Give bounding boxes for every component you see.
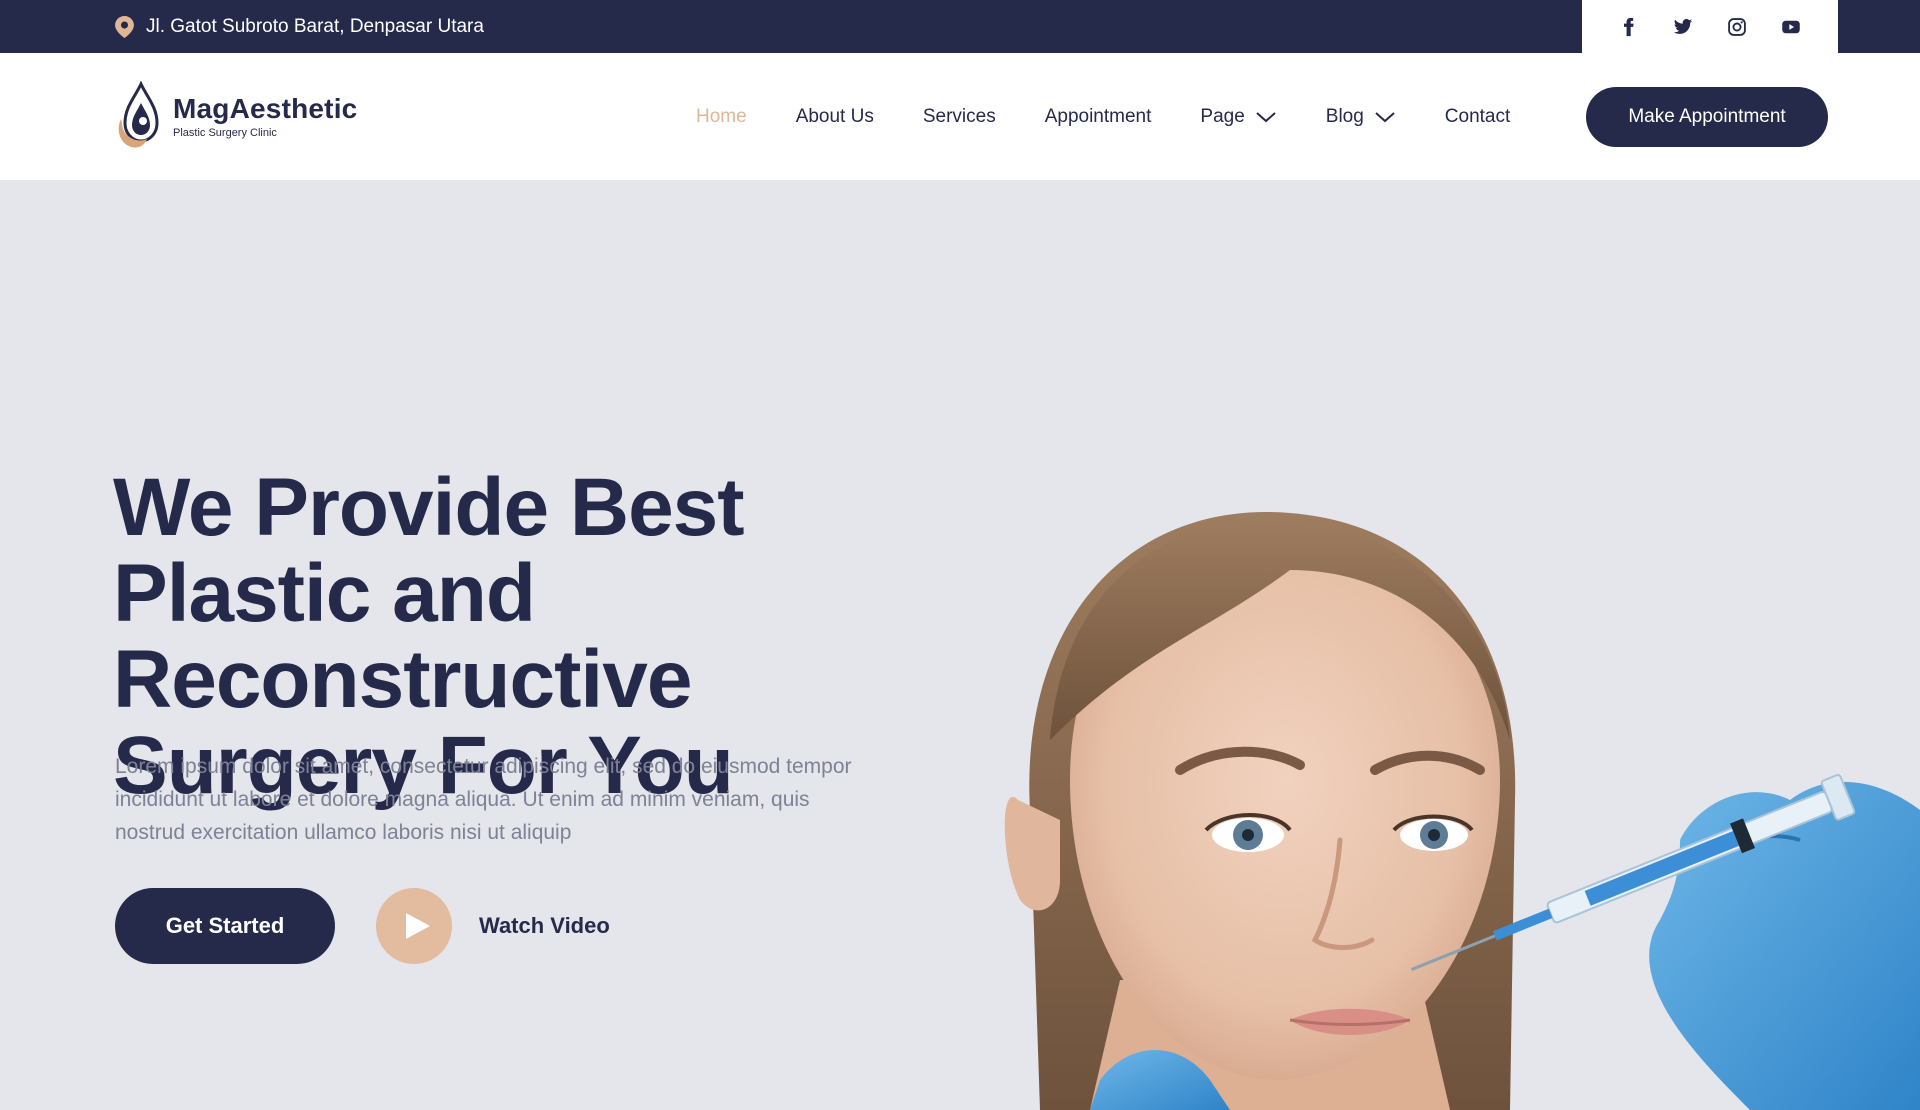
youtube-icon[interactable]: [1776, 12, 1806, 42]
nav-item-blog[interactable]: Blog: [1326, 106, 1396, 128]
hero-image: [1004, 511, 1920, 1110]
brand-tagline: Plastic Surgery Clinic: [173, 127, 277, 139]
get-started-button[interactable]: Get Started: [115, 888, 335, 964]
make-appointment-button[interactable]: Make Appointment: [1586, 87, 1828, 147]
nav-services-label: Services: [922, 105, 996, 127]
address-text: Jl. Gatot Subroto Barat, Denpasar Utara: [146, 15, 484, 37]
nav-home-label: Home: [696, 105, 747, 127]
nav-item-contact[interactable]: Contact: [1445, 106, 1510, 128]
social-links: [1582, 0, 1838, 53]
nav-page-label: Page: [1200, 105, 1245, 127]
instagram-icon[interactable]: [1722, 12, 1752, 42]
main-header: MagAesthetic Plastic Surgery Clinic Home…: [0, 53, 1920, 180]
nav-item-appointment[interactable]: Appointment: [1045, 106, 1152, 128]
hero-description: Lorem ipsum dolor sit amet, consectetur …: [115, 755, 852, 844]
address: Jl. Gatot Subroto Barat, Denpasar Utara: [115, 0, 484, 53]
nav-contact-label: Contact: [1444, 105, 1511, 127]
twitter-icon[interactable]: [1668, 12, 1698, 42]
nav-item-services[interactable]: Services: [923, 106, 996, 128]
play-icon: [405, 913, 430, 939]
chevron-down-icon: [1256, 111, 1276, 122]
logo-mark-icon: [118, 81, 159, 148]
logo[interactable]: MagAesthetic Plastic Surgery Clinic: [113, 81, 357, 151]
main-nav: Home About Us Services Appointment Page …: [696, 53, 1559, 180]
play-video-button[interactable]: [376, 888, 452, 964]
nav-item-page[interactable]: Page: [1200, 106, 1276, 128]
facebook-icon[interactable]: [1614, 12, 1644, 42]
nav-appointment-label: Appointment: [1044, 105, 1152, 127]
brand-name: MagAesthetic: [173, 93, 358, 124]
nav-item-home[interactable]: Home: [696, 106, 747, 128]
nav-item-about-us[interactable]: About Us: [796, 106, 874, 128]
chevron-down-icon: [1375, 111, 1395, 122]
nav-about-label: About Us: [795, 105, 874, 127]
nav-blog-label: Blog: [1325, 105, 1364, 127]
top-bar: Jl. Gatot Subroto Barat, Denpasar Utara: [0, 0, 1920, 53]
location-pin-icon: [115, 15, 134, 38]
watch-video-link[interactable]: Watch Video: [479, 888, 610, 964]
